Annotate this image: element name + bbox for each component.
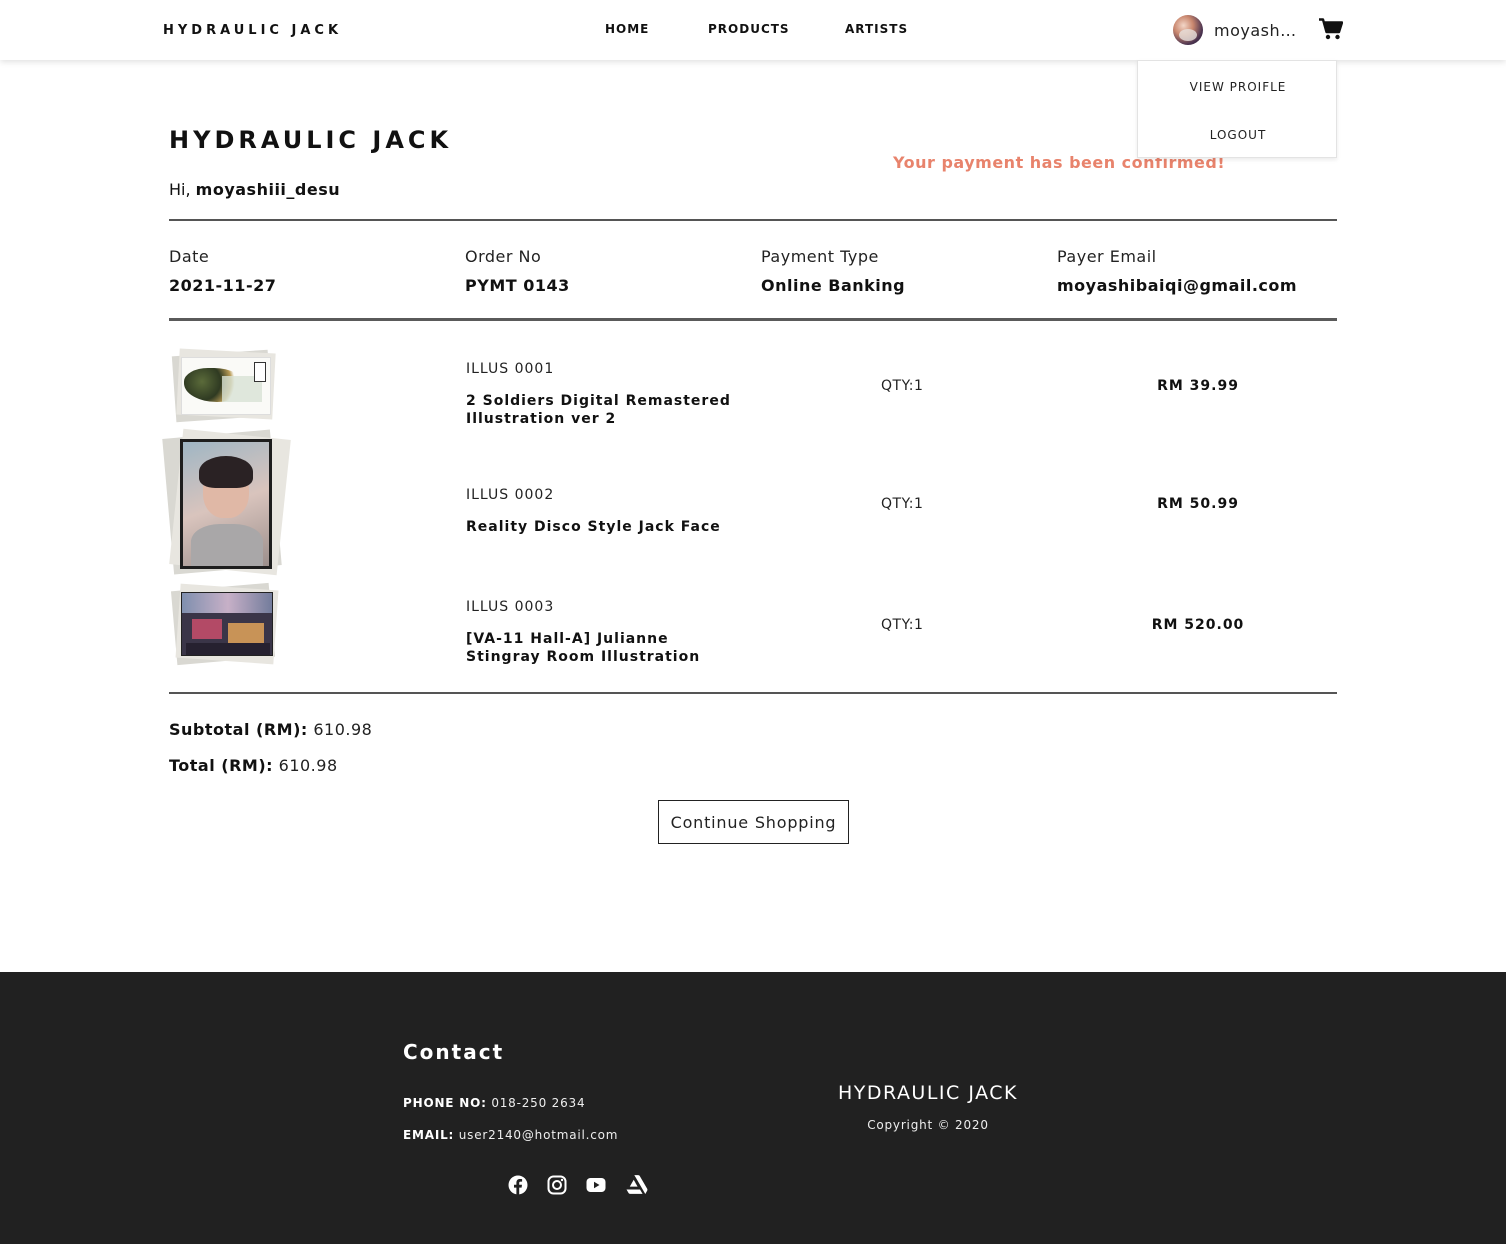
user-dropdown-menu: VIEW PROIFLE LOGOUT <box>1137 60 1337 158</box>
continue-shopping-button[interactable]: Continue Shopping <box>658 800 849 844</box>
greeting-prefix: Hi, <box>169 180 196 199</box>
phone-value: 018-250 2634 <box>486 1096 586 1110</box>
info-value: PYMT 0143 <box>465 276 570 295</box>
info-label: Payer Email <box>1057 247 1157 266</box>
contact-title: Contact <box>403 1040 505 1064</box>
item-qty: QTY:1 <box>881 378 924 394</box>
subtotal-label: Subtotal (RM): <box>169 720 308 739</box>
item-code: ILLUS 0002 <box>466 487 555 503</box>
footer: Contact PHONE NO: 018-250 2634 EMAIL: us… <box>0 972 1506 1244</box>
footer-brand: HYDRAULIC JACK <box>837 1082 1018 1104</box>
info-value: Online Banking <box>761 276 906 295</box>
info-value: moyashibaiqi@gmail.com <box>1057 276 1298 295</box>
total-label: Total (RM): <box>169 756 274 775</box>
facebook-icon[interactable] <box>508 1175 528 1195</box>
info-value: 2021-11-27 <box>169 276 277 295</box>
receipt-brand: HYDRAULIC JACK <box>169 126 453 154</box>
dropdown-logout[interactable]: LOGOUT <box>1138 128 1338 142</box>
greeting: Hi, moyashiii_desu <box>169 180 340 199</box>
navbar: HYDRAULIC JACK HOME PRODUCTS ARTISTS moy… <box>0 0 1506 60</box>
dropdown-view-profile[interactable]: VIEW PROIFLE <box>1138 80 1338 94</box>
info-order-no: Order No PYMT 0143 <box>465 247 570 295</box>
email-value[interactable]: user2140@hotmail.com <box>454 1128 618 1142</box>
user-avatar[interactable] <box>1173 15 1203 45</box>
phone-label: PHONE NO: <box>403 1096 487 1110</box>
total: Total (RM): 610.98 <box>169 756 338 775</box>
info-payment-type: Payment Type Online Banking <box>761 247 905 295</box>
item-name[interactable]: [VA-11 Hall-A] Julianne Stingray Room Il… <box>466 630 746 666</box>
subtotal-value: 610.98 <box>307 720 373 739</box>
item-qty: QTY:1 <box>881 496 924 512</box>
divider <box>169 318 1337 321</box>
info-date: Date 2021-11-27 <box>169 247 276 295</box>
greeting-name: moyashiii_desu <box>195 180 341 199</box>
nav-link-artists[interactable]: ARTISTS <box>845 22 908 36</box>
subtotal: Subtotal (RM): 610.98 <box>169 720 372 739</box>
total-value: 610.98 <box>273 756 338 775</box>
item-thumbnail[interactable] <box>162 428 291 578</box>
instagram-icon[interactable] <box>547 1175 567 1195</box>
cart-icon[interactable] <box>1319 18 1343 40</box>
nav-username[interactable]: moyashiii_desu <box>1214 21 1298 40</box>
item-code: ILLUS 0001 <box>466 361 555 377</box>
item-code: ILLUS 0003 <box>466 599 555 615</box>
divider <box>169 219 1337 221</box>
artstation-icon[interactable] <box>626 1175 648 1195</box>
item-price: RM 39.99 <box>1157 378 1239 394</box>
contact-phone: PHONE NO: 018-250 2634 <box>403 1096 585 1110</box>
email-label: EMAIL: <box>403 1128 455 1142</box>
item-price: RM 520.00 <box>1151 617 1245 633</box>
item-qty: QTY:1 <box>881 617 924 633</box>
item-price: RM 50.99 <box>1157 496 1239 512</box>
info-label: Order No <box>465 247 542 266</box>
item-name[interactable]: Reality Disco Style Jack Face <box>466 518 746 536</box>
divider <box>169 692 1337 694</box>
youtube-icon[interactable] <box>585 1175 607 1195</box>
copyright: Copyright © 2020 <box>867 1118 989 1132</box>
nav-link-products[interactable]: PRODUCTS <box>708 22 790 36</box>
info-label: Payment Type <box>761 247 879 266</box>
item-thumbnail[interactable] <box>170 582 280 669</box>
info-payer-email: Payer Email moyashibaiqi@gmail.com <box>1057 247 1297 295</box>
nav-brand[interactable]: HYDRAULIC JACK <box>163 23 342 38</box>
nav-link-home[interactable]: HOME <box>605 22 649 36</box>
contact-email: EMAIL: user2140@hotmail.com <box>403 1128 618 1142</box>
info-label: Date <box>169 247 210 266</box>
item-thumbnail[interactable] <box>171 348 276 423</box>
item-name[interactable]: 2 Soldiers Digital Remastered Illustrati… <box>466 392 746 428</box>
